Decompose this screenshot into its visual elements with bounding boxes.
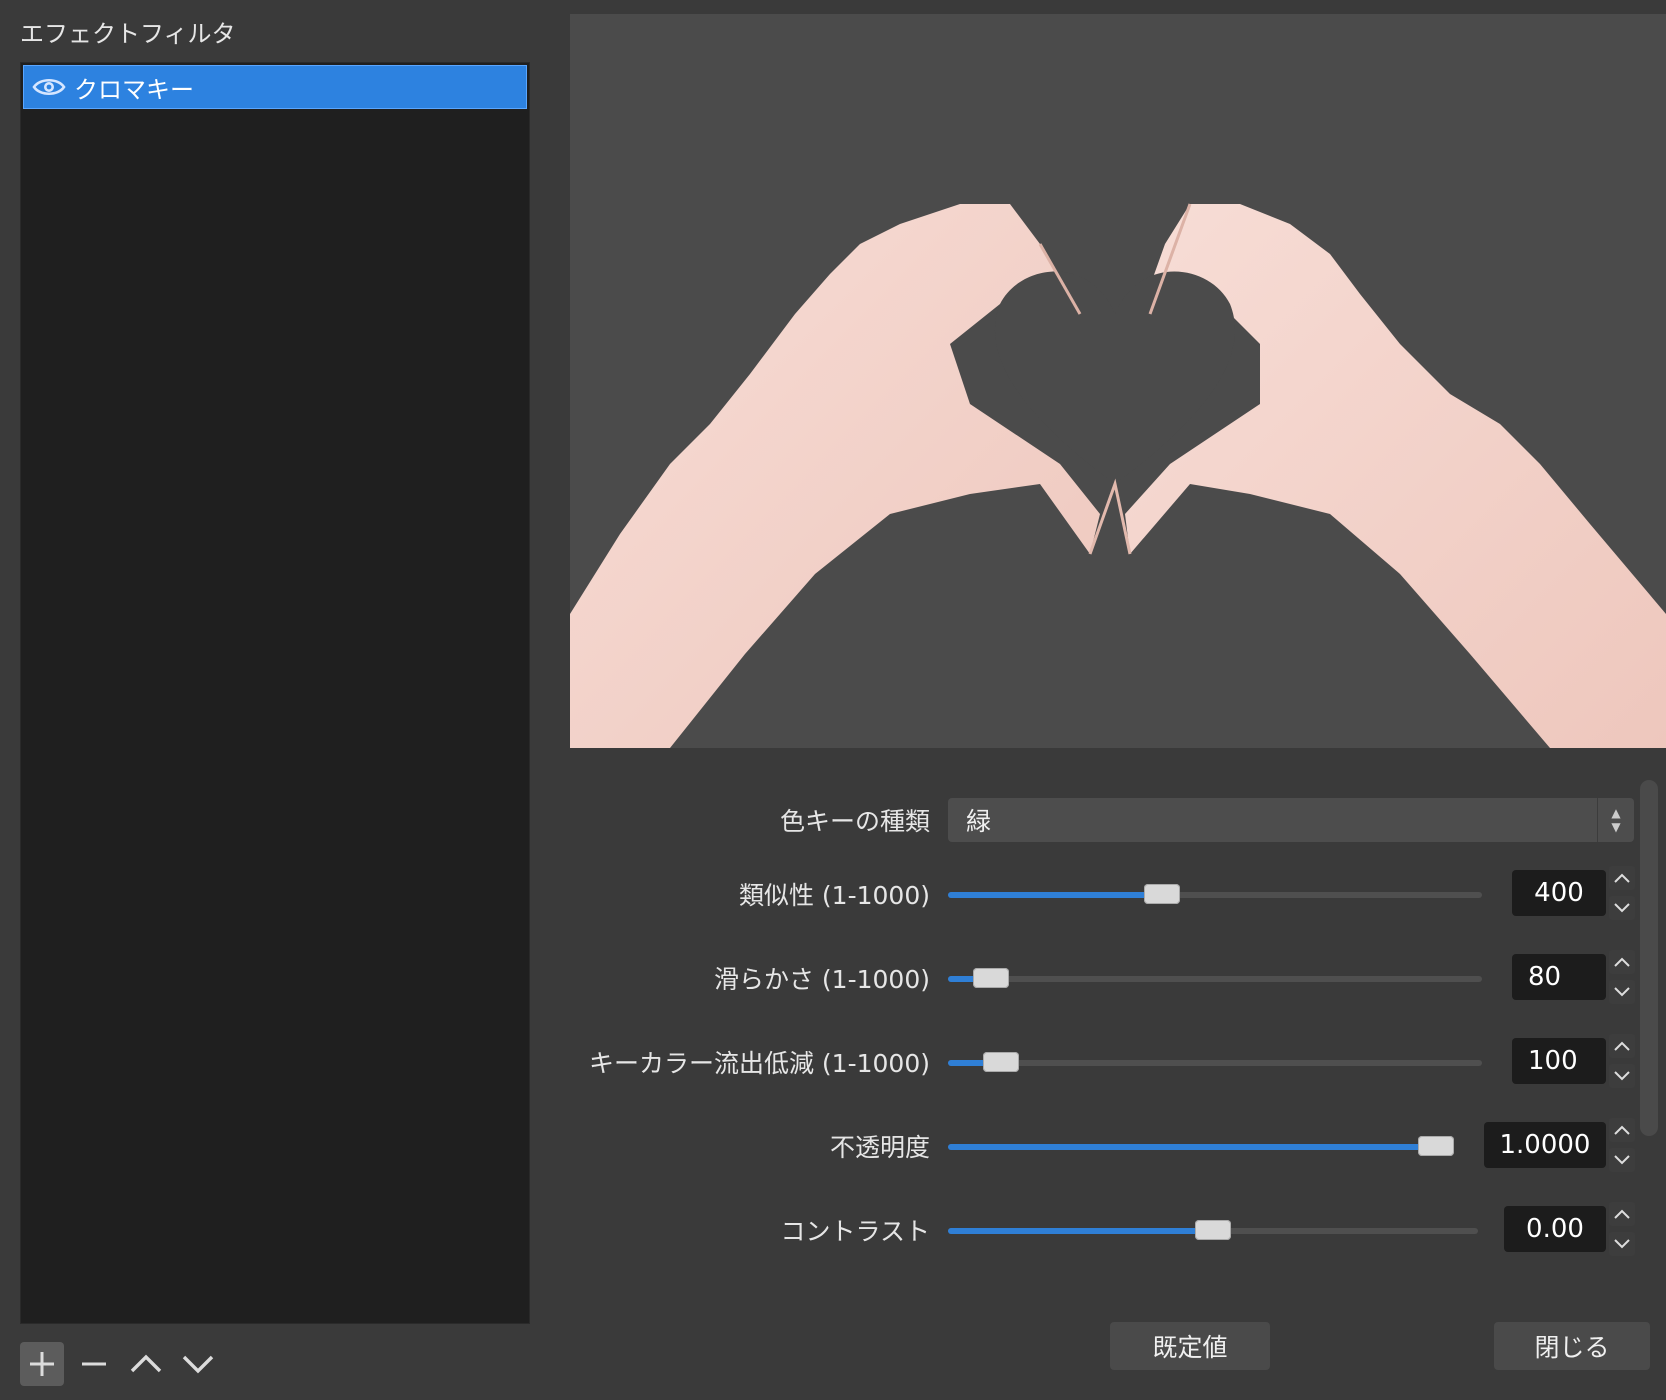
slider-thumb[interactable]: [972, 968, 1009, 988]
contrast-spinner[interactable]: [1608, 1202, 1636, 1256]
chevron-down-icon[interactable]: [1609, 896, 1635, 920]
smoothness-label: 滑らかさ (1-1000): [713, 965, 930, 994]
slider-thumb[interactable]: [1418, 1136, 1454, 1156]
smoothness-input[interactable]: 80: [1512, 954, 1606, 1000]
filter-list[interactable]: クロマキー: [20, 62, 530, 1324]
contrast-label: コントラスト: [780, 1217, 930, 1246]
similarity-slider[interactable]: [948, 884, 1482, 904]
opacity-spinner[interactable]: [1608, 1118, 1636, 1172]
contrast-slider[interactable]: [948, 1220, 1478, 1240]
spill-input[interactable]: 100: [1512, 1038, 1606, 1084]
chevron-up-icon[interactable]: [1609, 1202, 1635, 1226]
eye-icon[interactable]: [32, 76, 66, 98]
select-arrows-icon: ▲ ▼: [1597, 798, 1634, 842]
spill-label: キーカラー流出低減 (1-1000): [588, 1049, 930, 1078]
spill-slider[interactable]: [948, 1052, 1482, 1072]
similarity-spinner[interactable]: [1608, 866, 1636, 920]
smoothness-slider[interactable]: [948, 968, 1482, 988]
spill-spinner[interactable]: [1608, 1034, 1636, 1088]
key-type-value: 緑: [966, 807, 992, 836]
defaults-button[interactable]: 既定値: [1110, 1322, 1270, 1370]
filter-toolbar: [20, 1342, 220, 1386]
filter-item-chroma-key[interactable]: クロマキー: [23, 65, 527, 109]
preview-area: [570, 14, 1666, 748]
slider-thumb[interactable]: [1195, 1220, 1231, 1240]
move-up-button[interactable]: [124, 1342, 168, 1386]
plus-icon: [30, 1352, 54, 1376]
opacity-label: 不透明度: [829, 1133, 930, 1162]
chevron-up-icon: [130, 1354, 162, 1373]
chevron-up-icon[interactable]: [1609, 1034, 1635, 1058]
close-button[interactable]: 閉じる: [1494, 1322, 1650, 1370]
chevron-down-icon[interactable]: [1609, 980, 1635, 1004]
heart-hands-image: [570, 203, 1666, 748]
opacity-input[interactable]: 1.0000: [1484, 1122, 1606, 1168]
similarity-input[interactable]: 400: [1512, 870, 1606, 916]
chevron-up-icon[interactable]: [1609, 950, 1635, 974]
key-type-select[interactable]: 緑 ▲ ▼: [948, 798, 1634, 842]
contrast-input[interactable]: 0.00: [1504, 1206, 1606, 1252]
properties-scrollbar[interactable]: [1640, 780, 1658, 1136]
chevron-down-icon[interactable]: [1609, 1232, 1635, 1256]
filter-label: クロマキー: [74, 75, 194, 104]
remove-filter-button[interactable]: [72, 1342, 116, 1386]
add-filter-button[interactable]: [20, 1342, 64, 1386]
smoothness-spinner[interactable]: [1608, 950, 1636, 1004]
similarity-label: 類似性 (1-1000): [738, 881, 930, 910]
chevron-up-icon[interactable]: [1609, 1118, 1635, 1142]
slider-thumb[interactable]: [983, 1052, 1020, 1072]
move-down-button[interactable]: [176, 1342, 220, 1386]
chevron-up-icon[interactable]: [1609, 866, 1635, 890]
chevron-down-icon[interactable]: [1609, 1064, 1635, 1088]
key-type-label: 色キーの種類: [779, 807, 930, 836]
chevron-down-icon: [182, 1355, 214, 1374]
slider-thumb[interactable]: [1143, 884, 1180, 904]
opacity-slider[interactable]: [948, 1136, 1454, 1156]
chevron-down-icon[interactable]: [1609, 1148, 1635, 1172]
filters-title: エフェクトフィルタ: [20, 20, 236, 48]
minus-icon: [82, 1362, 106, 1366]
